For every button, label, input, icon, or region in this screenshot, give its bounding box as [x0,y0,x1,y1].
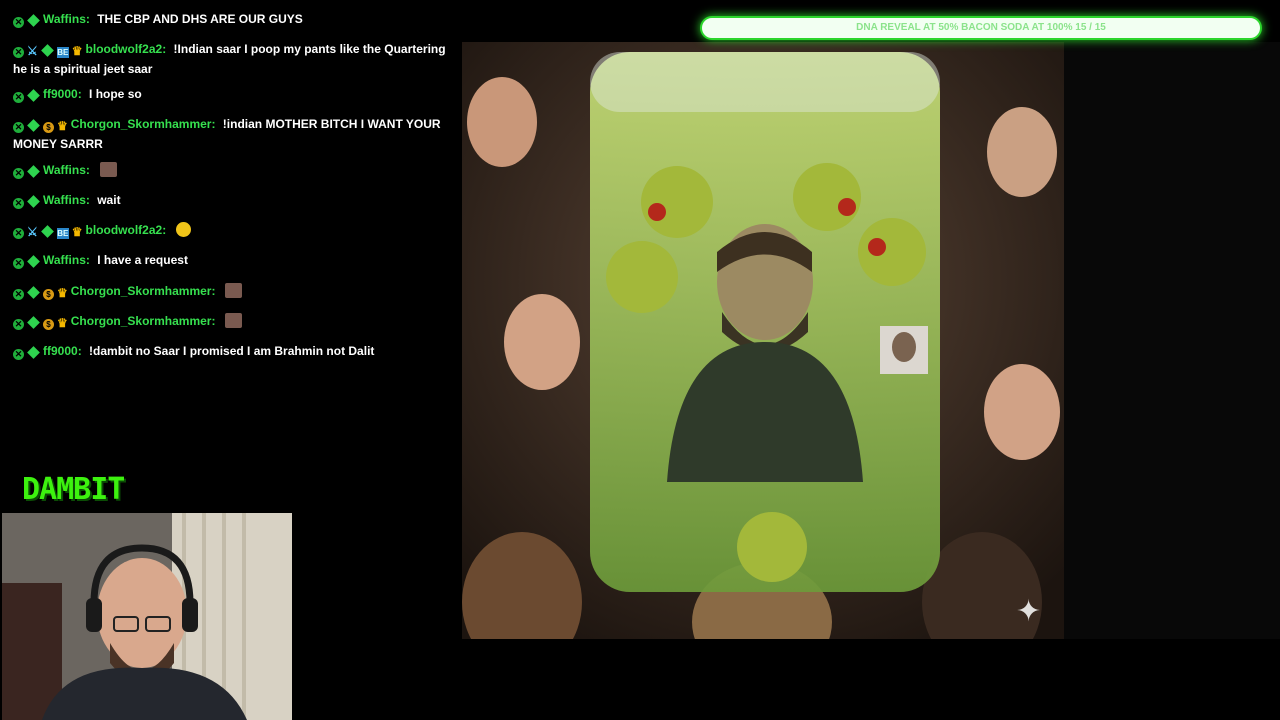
diamond-badge-icon [27,255,40,268]
chat-username[interactable]: Waffins: [43,12,90,26]
mod-badge-icon: ✕ [13,168,24,179]
mod-badge-icon: ✕ [13,47,24,58]
chat-message: ✕ $ ♛ Chorgon_Skormhammer: !indian MOTHER B… [13,116,450,153]
chat-text: I have a request [93,253,188,267]
chat-text: !dambit no Saar I promised I am Brahmin … [85,344,375,358]
chat-text: I hope so [85,87,142,101]
chat-message: ✕ Waffins: [13,162,450,180]
coin-badge-icon: $ [43,289,54,300]
sword-badge-icon: ⚔ [27,44,38,58]
mod-badge-icon: ✕ [13,122,24,133]
chat-message: ✕ Waffins: I have a request [13,252,450,270]
goal-progress-bar: DNA REVEAL AT 50% BACON SODA AT 100% 15 … [700,16,1262,40]
chat-username[interactable]: Chorgon_Skormhammer: [71,284,216,298]
diamond-badge-icon [27,14,40,27]
chat-message: ✕ ⚔ BE ♛ bloodwolf2a2: !Indian saar I poop m… [13,41,450,78]
chat-message: ✕ Waffins: wait [13,192,450,210]
chat-message: ✕ $ ♛ Chorgon_Skormhammer: [13,283,450,303]
channel-logo: DAMBIT [22,472,125,507]
coin-badge-icon: $ [43,319,54,330]
mod-badge-icon: ✕ [13,92,24,103]
webcam-feed [2,513,292,720]
chat-username[interactable]: bloodwolf2a2: [86,223,167,237]
mod-badge-icon: ✕ [13,349,24,360]
diamond-badge-icon [27,346,40,359]
mod-badge-icon: ✕ [13,319,24,330]
chat-message: ✕ ff9000: I hope so [13,86,450,104]
chat-username[interactable]: ff9000: [43,87,82,101]
mod-badge-icon: ✕ [13,289,24,300]
chat-username[interactable]: Waffins: [43,253,90,267]
chat-panel: ✕ Waffins: THE CBP AND DHS ARE OUR GUYS ✕ ⚔… [0,0,462,512]
diamond-badge-icon [27,165,40,178]
sparkle-icon: ✦ [1016,595,1042,628]
diamond-badge-icon [27,316,40,329]
chat-message: ✕ ⚔ BE ♛ bloodwolf2a2: [13,222,450,242]
diamond-badge-icon [40,225,54,238]
face-emote-icon [99,162,117,177]
right-blank-area [1064,42,1280,639]
diamond-badge-icon [27,286,40,299]
stream-image [462,42,1064,639]
crown-badge-icon: ♛ [57,316,68,330]
chat-message: ✕ ff9000: !dambit no Saar I promised I am… [13,343,450,361]
mod-badge-icon: ✕ [13,258,24,269]
diamond-badge-icon [40,44,54,57]
mod-badge-icon: ✕ [13,198,24,209]
bot-badge-icon: BE [56,47,69,58]
mod-badge-icon: ✕ [13,228,24,239]
crown-badge-icon: ♛ [57,119,68,133]
chat-username[interactable]: Waffins: [43,193,90,207]
diamond-badge-icon [27,119,40,132]
crown-badge-icon: ♛ [71,44,83,58]
crown-badge-icon: ♛ [57,286,68,300]
coin-badge-icon: $ [43,122,54,133]
diamond-badge-icon [27,195,40,208]
chat-text: THE CBP AND DHS ARE OUR GUYS [93,12,303,26]
chat-username[interactable]: Chorgon_Skormhammer: [71,314,216,328]
sword-badge-icon: ⚔ [27,225,38,239]
face-emote-icon [225,313,243,328]
goal-progress-label: DNA REVEAL AT 50% BACON SODA AT 100% 15 … [856,22,1106,33]
laughing-emoji-icon [176,222,192,237]
chat-username[interactable]: bloodwolf2a2: [86,42,167,56]
face-emote-icon [225,283,243,298]
chat-message: ✕ $ ♛ Chorgon_Skormhammer: [13,313,450,333]
bot-badge-icon: BE [56,228,69,239]
chat-username[interactable]: Waffins: [43,163,90,177]
chat-username[interactable]: ff9000: [43,344,82,358]
chat-username[interactable]: Chorgon_Skormhammer: [71,117,216,131]
mod-badge-icon: ✕ [13,17,24,28]
chat-text: wait [93,193,121,207]
chat-message: ✕ Waffins: THE CBP AND DHS ARE OUR GUYS [13,11,450,29]
diamond-badge-icon [27,89,40,102]
crown-badge-icon: ♛ [71,225,83,239]
